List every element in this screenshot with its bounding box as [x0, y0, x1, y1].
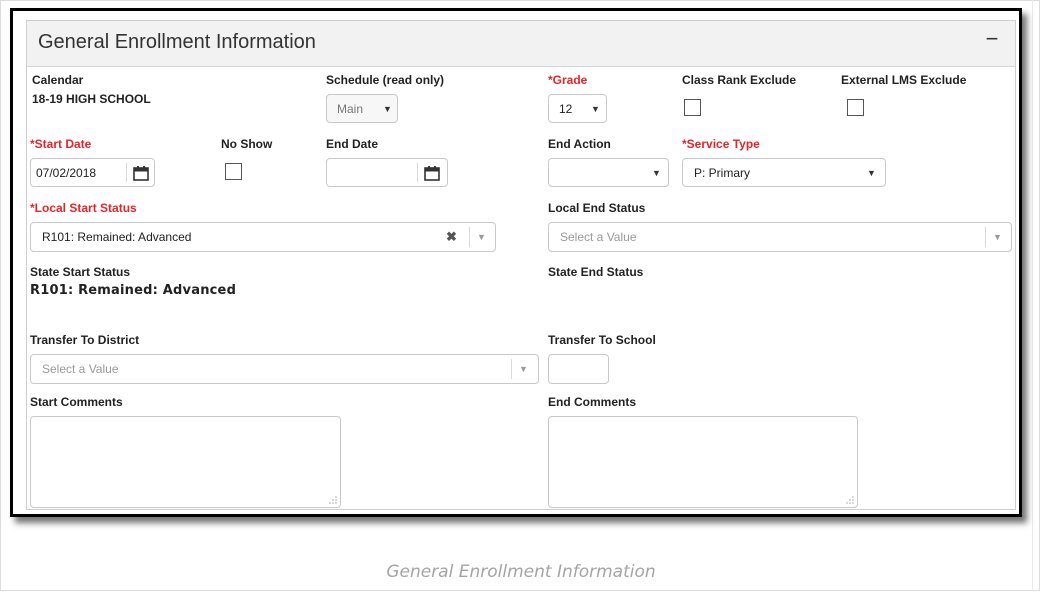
end-action-select[interactable]: ▼: [548, 158, 669, 187]
state-start-status-value: R101: Remained: Advanced: [30, 283, 237, 298]
no-show-checkbox[interactable]: [225, 163, 242, 180]
schedule-value: Main: [337, 102, 364, 116]
local-start-status-select[interactable]: R101: Remained: Advanced ✖ ▼: [30, 222, 496, 252]
service-type-select[interactable]: P: Primary ▼: [682, 158, 886, 187]
local-end-status-label: Local End Status: [548, 201, 646, 215]
chevron-down-icon: ▼: [867, 168, 876, 178]
transfer-to-school-input[interactable]: [548, 354, 609, 384]
divider: [469, 227, 470, 247]
divider: [985, 227, 986, 247]
service-type-label: *Service Type: [682, 137, 760, 151]
chevron-down-icon: ▼: [993, 232, 1002, 242]
local-start-status-label-text: Local Start Status: [34, 201, 137, 215]
local-end-status-placeholder: Select a Value: [560, 230, 637, 244]
start-comments-label: Start Comments: [30, 395, 123, 409]
local-end-status-select[interactable]: Select a Value ▼: [548, 222, 1012, 252]
local-start-status-label: *Local Start Status: [30, 201, 137, 215]
chevron-down-icon: ▼: [383, 104, 392, 114]
external-lms-exclude-label: External LMS Exclude: [841, 73, 967, 87]
service-type-value: P: Primary: [694, 166, 751, 180]
transfer-to-district-label: Transfer To District: [30, 333, 140, 347]
start-date-label-text: Start Date: [34, 137, 92, 151]
chevron-down-icon: ▼: [652, 168, 661, 178]
panel-header: General Enrollment Information −: [27, 21, 1015, 67]
end-comments-textarea[interactable]: [548, 416, 858, 508]
calendar-value: 18-19 HIGH SCHOOL: [32, 92, 151, 106]
end-action-label: End Action: [548, 137, 611, 151]
schedule-select: Main ▼: [326, 94, 398, 123]
start-date-value: 07/02/2018: [36, 166, 97, 180]
class-rank-exclude-label: Class Rank Exclude: [682, 73, 797, 87]
grade-value: 12: [559, 102, 573, 116]
transfer-to-district-select[interactable]: Select a Value ▼: [30, 354, 539, 384]
transfer-to-district-placeholder: Select a Value: [42, 362, 119, 376]
panel-title: General Enrollment Information: [38, 31, 316, 53]
schedule-label: Schedule (read only): [326, 73, 445, 87]
divider: [1032, 0, 1033, 591]
divider: [511, 359, 512, 379]
resize-grip-icon[interactable]: [846, 496, 854, 504]
external-lms-exclude-checkbox[interactable]: [847, 99, 864, 116]
class-rank-exclude-checkbox[interactable]: [684, 99, 701, 116]
end-date-label: End Date: [326, 137, 379, 151]
calendar-icon[interactable]: [133, 165, 149, 181]
no-show-label: No Show: [221, 137, 273, 151]
calendar-label: Calendar: [32, 73, 84, 87]
service-type-label-text: Service Type: [686, 137, 760, 151]
resize-grip-icon[interactable]: [329, 496, 337, 504]
general-enrollment-panel: General Enrollment Information − Calenda…: [26, 20, 1016, 510]
grade-label: *Grade: [548, 73, 587, 87]
screenshot-frame: General Enrollment Information − Calenda…: [10, 8, 1022, 517]
end-comments-label: End Comments: [548, 395, 637, 409]
clear-icon[interactable]: ✖: [446, 229, 457, 245]
chevron-down-icon: ▼: [591, 104, 600, 114]
divider: [126, 163, 127, 182]
state-end-status-label: State End Status: [548, 265, 644, 279]
transfer-to-school-label: Transfer To School: [548, 333, 656, 347]
divider: [417, 163, 418, 182]
start-date-input[interactable]: 07/02/2018: [30, 158, 155, 187]
grade-label-text: Grade: [552, 73, 588, 87]
start-comments-textarea[interactable]: [30, 416, 341, 508]
state-start-status-label: State Start Status: [30, 265, 131, 279]
start-date-label: *Start Date: [30, 137, 91, 151]
local-start-status-value: R101: Remained: Advanced: [42, 230, 192, 244]
end-date-input[interactable]: [326, 158, 448, 187]
figure-caption: General Enrollment Information: [386, 562, 656, 582]
chevron-down-icon: ▼: [477, 232, 486, 242]
chevron-down-icon: ▼: [519, 364, 528, 374]
grade-select[interactable]: 12 ▼: [548, 94, 607, 123]
collapse-button[interactable]: −: [981, 28, 1003, 51]
calendar-icon[interactable]: [424, 165, 440, 181]
